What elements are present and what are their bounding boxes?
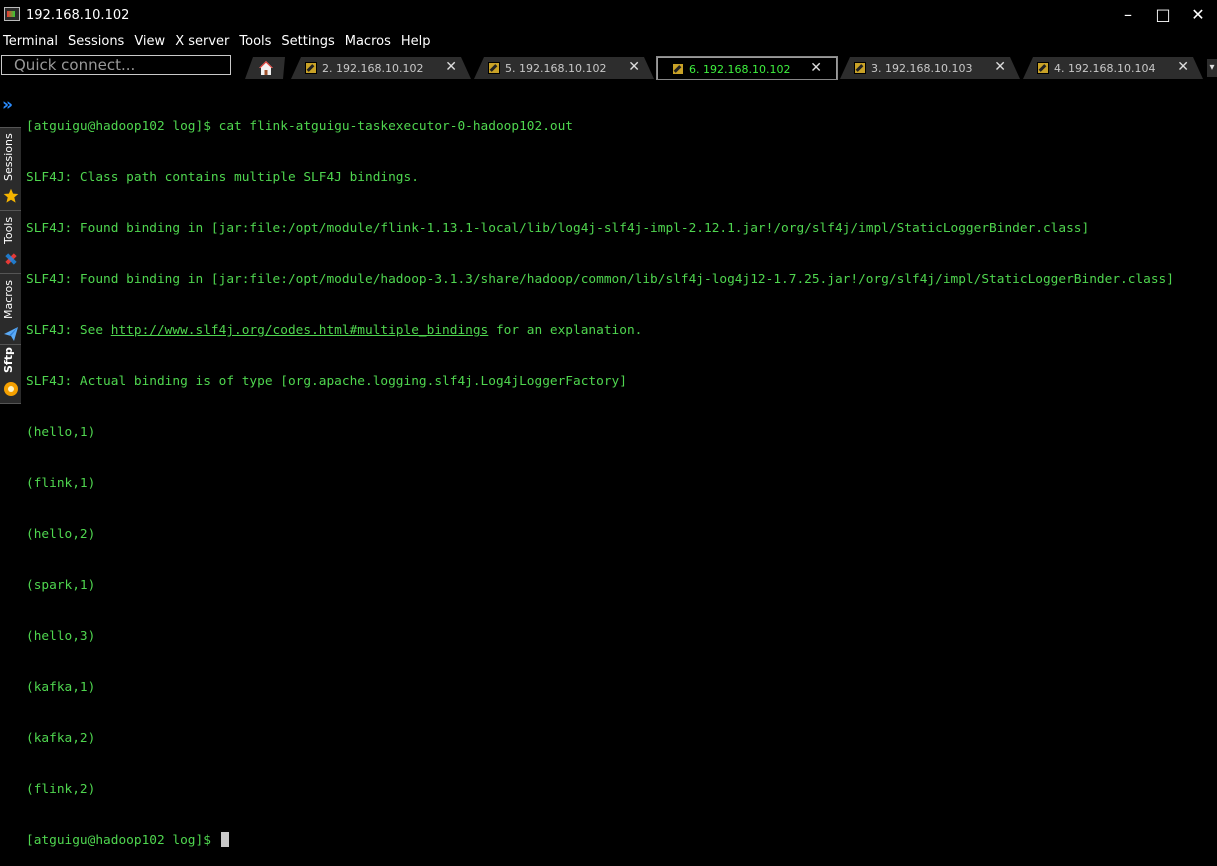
terminal-line: SLF4J: Actual binding is of type [org.ap… bbox=[26, 374, 627, 389]
terminal-text: SLF4J: See bbox=[26, 323, 111, 338]
close-tab-icon[interactable]: ✕ bbox=[994, 59, 1006, 75]
terminal-line: (flink,2) bbox=[26, 782, 96, 797]
menu-view[interactable]: View bbox=[131, 32, 172, 52]
tab-list-dropdown[interactable]: ▾ bbox=[1207, 59, 1217, 77]
close-tab-icon[interactable]: ✕ bbox=[810, 60, 822, 76]
quick-connect-box bbox=[1, 55, 231, 75]
terminal-line: (hello,2) bbox=[26, 527, 96, 542]
tab-session-2[interactable]: 2. 192.168.10.102 ✕ bbox=[291, 57, 471, 79]
terminal-line: SLF4J: See http://www.slf4j.org/codes.ht… bbox=[26, 322, 1217, 339]
tab-label: 3. 192.168.10.103 bbox=[871, 62, 973, 75]
tools-icon bbox=[5, 253, 17, 265]
sessions-panel-button[interactable]: Sessions bbox=[0, 127, 21, 210]
slf4j-codes-link[interactable]: http://www.slf4j.org/codes.html#multiple… bbox=[111, 323, 489, 338]
close-tab-icon[interactable]: ✕ bbox=[628, 59, 640, 75]
home-tab[interactable] bbox=[245, 57, 285, 79]
terminal-line: (kafka,1) bbox=[26, 680, 96, 695]
menu-help[interactable]: Help bbox=[398, 32, 438, 52]
shell-prompt: [atguigu@hadoop102 log]$ bbox=[26, 833, 219, 848]
tools-label: Tools bbox=[2, 216, 15, 244]
tab-session-5[interactable]: 5. 192.168.10.102 ✕ bbox=[474, 57, 654, 79]
tab-label: 5. 192.168.10.102 bbox=[505, 62, 607, 75]
close-tab-icon[interactable]: ✕ bbox=[1177, 59, 1189, 75]
maximize-icon[interactable]: □ bbox=[1153, 5, 1173, 25]
menu-sessions[interactable]: Sessions bbox=[65, 32, 131, 52]
sftp-globe-icon bbox=[4, 382, 18, 396]
minimize-icon[interactable]: – bbox=[1118, 5, 1138, 25]
tab-session-3[interactable]: 3. 192.168.10.103 ✕ bbox=[840, 57, 1020, 79]
terminal-line: SLF4J: Class path contains multiple SLF4… bbox=[26, 170, 419, 185]
macros-panel-button[interactable]: Macros bbox=[0, 273, 21, 344]
menu-x-server[interactable]: X server bbox=[172, 32, 236, 52]
terminal-output[interactable]: [atguigu@hadoop102 log]$ cat flink-atgui… bbox=[26, 84, 1217, 848]
wrench-icon bbox=[488, 62, 500, 74]
terminal-line: SLF4J: Found binding in [jar:file:/opt/m… bbox=[26, 272, 1174, 287]
tab-label: 4. 192.168.10.104 bbox=[1054, 62, 1156, 75]
terminal-line: [atguigu@hadoop102 log]$ cat flink-atgui… bbox=[26, 119, 574, 134]
menu-bar: Terminal Sessions View X server Tools Se… bbox=[0, 32, 438, 52]
side-toolbar: ›› Sessions Tools Macros Sftp bbox=[0, 93, 21, 404]
session-tab-strip: 2. 192.168.10.102 ✕ 5. 192.168.10.102 ✕ … bbox=[241, 56, 1217, 80]
terminal-line: (hello,1) bbox=[26, 425, 96, 440]
star-icon bbox=[3, 188, 19, 203]
menu-terminal[interactable]: Terminal bbox=[0, 32, 65, 52]
menu-tools[interactable]: Tools bbox=[236, 32, 278, 52]
tools-panel-button[interactable]: Tools bbox=[0, 210, 21, 273]
menu-settings[interactable]: Settings bbox=[278, 32, 341, 52]
sftp-label: Sftp bbox=[2, 347, 15, 373]
tab-session-4[interactable]: 4. 192.168.10.104 ✕ bbox=[1023, 57, 1203, 79]
wrench-icon bbox=[854, 62, 866, 74]
terminal-cursor bbox=[220, 832, 229, 847]
expand-sidebar-icon[interactable]: ›› bbox=[2, 95, 13, 115]
terminal-line: (kafka,2) bbox=[26, 731, 96, 746]
macros-label: Macros bbox=[2, 279, 15, 319]
terminal-prompt-line: [atguigu@hadoop102 log]$ bbox=[26, 832, 1217, 849]
home-icon bbox=[258, 60, 274, 76]
paper-plane-icon bbox=[4, 327, 18, 341]
terminal-line: (flink,1) bbox=[26, 476, 96, 491]
window-title: 192.168.10.102 bbox=[26, 8, 130, 23]
quick-connect-input[interactable] bbox=[2, 56, 230, 74]
terminal-line: SLF4J: Found binding in [jar:file:/opt/m… bbox=[26, 221, 1090, 236]
tab-session-6-active[interactable]: 6. 192.168.10.102 ✕ bbox=[656, 56, 838, 80]
sftp-panel-button[interactable]: Sftp bbox=[0, 344, 21, 404]
wrench-icon bbox=[1037, 62, 1049, 74]
sessions-label: Sessions bbox=[2, 133, 15, 181]
wrench-icon bbox=[305, 62, 317, 74]
tab-label: 6. 192.168.10.102 bbox=[689, 63, 791, 76]
terminal-line: (spark,1) bbox=[26, 578, 96, 593]
tab-label: 2. 192.168.10.102 bbox=[322, 62, 424, 75]
terminal-text: for an explanation. bbox=[488, 323, 643, 338]
close-tab-icon[interactable]: ✕ bbox=[445, 59, 457, 75]
mobaxterm-app-icon bbox=[4, 7, 20, 21]
menu-macros[interactable]: Macros bbox=[342, 32, 398, 52]
close-window-icon[interactable]: ✕ bbox=[1188, 5, 1208, 25]
terminal-line: (hello,3) bbox=[26, 629, 96, 644]
title-bar: 192.168.10.102 – □ ✕ bbox=[0, 0, 1217, 30]
wrench-icon bbox=[672, 63, 684, 75]
